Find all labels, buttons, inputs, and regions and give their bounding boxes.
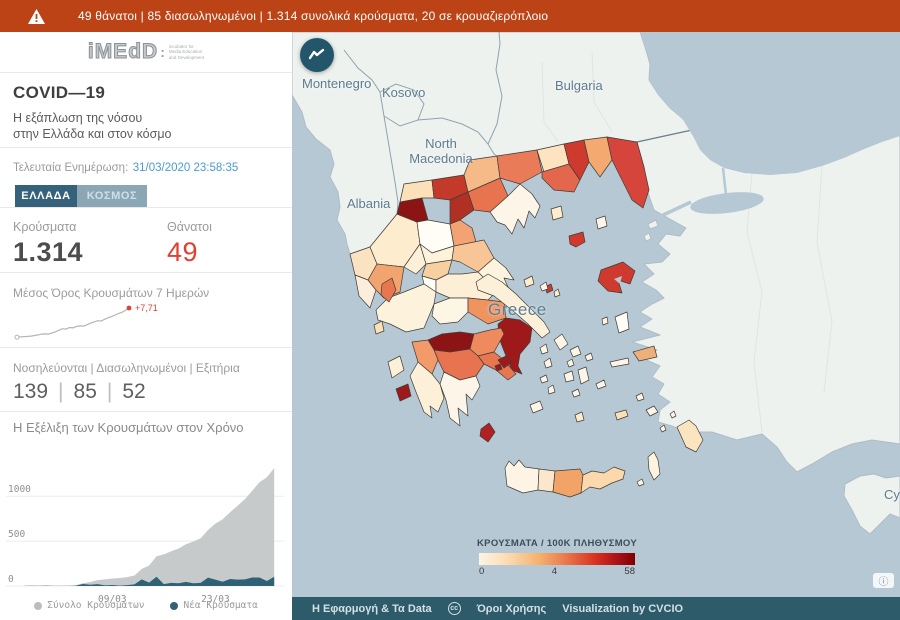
legend-total-cases: Σύνολο Κρουσμάτων	[34, 600, 144, 611]
terms-link[interactable]: Όροι Χρήσης	[477, 603, 547, 615]
label-north-macedonia: North Macedonia	[400, 136, 482, 166]
creative-commons-icon: cc	[448, 602, 461, 615]
region-heraklion[interactable]	[553, 469, 583, 497]
map-footer: Η Εφαρμογή & Τα Data cc Όροι Χρήσης Visu…	[292, 597, 900, 620]
logo-block: iMEdD : incubator for Media Education an…	[0, 32, 292, 73]
covid19-dashboard: 49 θάνατοι | 85 διασωληνωμένοι | 1.314 σ…	[0, 0, 900, 620]
alert-bar: 49 θάνατοι | 85 διασωληνωμένοι | 1.314 σ…	[0, 0, 900, 32]
cases-label: Κρούσματα	[13, 220, 167, 234]
choropleth-legend: ΚΡΟΥΣΜΑΤΑ / 100Κ ΠΛΗΘΥΣΜΟΥ 0 4 58	[457, 538, 657, 577]
avg7-sparkline: +7,71	[13, 300, 183, 344]
svg-text:1000: 1000	[8, 484, 31, 495]
hospital-labels: Νοσηλεύονται | Διασωληνωμένοι | Εξιτήρια	[13, 361, 292, 375]
hospital-values: 139|85|52	[13, 380, 292, 404]
avg7-title: Μέσος Όρος Κρουσμάτων 7 Ημερών	[13, 286, 292, 300]
sidebar: iMEdD : incubator for Media Education an…	[0, 32, 292, 620]
label-bulgaria: Bulgaria	[555, 78, 603, 93]
stats-block: Κρούσματα 1.314 Θάνατοι 49	[0, 208, 292, 273]
label-albania: Albania	[347, 196, 390, 211]
app-data-link[interactable]: Η Εφαρμογή & Τα Data	[312, 603, 432, 615]
map-attribution-button[interactable]: ⓘ	[873, 573, 894, 588]
imedd-logo: iMEdD	[88, 40, 158, 64]
trend-toggle-button[interactable]	[300, 38, 334, 72]
evolution-chart-legend: Σύνολο Κρουσμάτων Νέα Κρούσματα	[0, 600, 292, 611]
title-block: COVID—19 Η εξάπλωση της νόσου στην Ελλάδ…	[0, 73, 292, 148]
deaths-label: Θάνατοι	[167, 220, 212, 234]
total-cases-dot	[34, 602, 42, 610]
legend-new-cases: Νέα Κρούσματα	[170, 600, 257, 611]
update-block: Τελευταία Ενημέρωση: 31/03/2020 23:58:35…	[0, 148, 292, 208]
evolution-chart-block: Η Εξέλιξη των Κρουσμάτων στον Χρόνο 0 500…	[0, 412, 292, 620]
evolution-chart: 0500100009/0323/03	[0, 451, 290, 611]
avg7-block: Μέσος Όρος Κρουσμάτων 7 Ημερών +7,71	[0, 273, 292, 348]
region-rethymno[interactable]	[538, 469, 555, 492]
last-update-value: 31/03/2020 23:58:35	[133, 162, 239, 174]
cases-value: 1.314	[13, 237, 167, 268]
new-cases-dot	[170, 602, 178, 610]
label-greece: Greece	[488, 300, 547, 320]
label-kosovo: Kosovo	[382, 85, 425, 100]
tab-greece[interactable]: ΕΛΛΑΔΑ	[15, 185, 77, 207]
logo-tagline: incubator for Media Education and Develo…	[169, 44, 204, 61]
svg-text:0: 0	[8, 574, 14, 585]
svg-text:+7,71: +7,71	[135, 303, 158, 313]
region-thasos[interactable]	[551, 206, 563, 220]
warning-icon	[28, 9, 45, 24]
choropleth-legend-ticks: 0 4 58	[479, 566, 635, 577]
label-montenegro: Montenegro	[302, 76, 371, 91]
choropleth-legend-title: ΚΡΟΥΣΜΑΤΑ / 100Κ ΠΛΗΘΥΣΜΟΥ	[457, 538, 657, 549]
svg-text:500: 500	[8, 529, 25, 540]
alert-text: 49 θάνατοι | 85 διασωληνωμένοι | 1.314 σ…	[78, 9, 548, 23]
page-title: COVID—19	[13, 83, 292, 103]
tab-world[interactable]: ΚΟΣΜΟΣ	[77, 185, 147, 207]
page-subtitle: Η εξάπλωση της νόσου στην Ελλάδα και στο…	[13, 110, 292, 142]
basemap-svg[interactable]	[292, 32, 900, 597]
trend-line-icon	[308, 48, 326, 62]
hospital-block: Νοσηλεύονται | Διασωληνωμένοι | Εξιτήρια…	[0, 348, 292, 412]
deaths-value: 49	[167, 237, 212, 268]
choropleth-gradient-bar	[479, 553, 635, 565]
country-world-tabs: ΕΛΛΑΔΑ ΚΟΣΜΟΣ	[13, 185, 292, 207]
evolution-chart-title: Η Εξέλιξη των Κρουσμάτων στον Χρόνο	[13, 420, 292, 435]
last-update-label: Τελευταία Ενημέρωση:	[13, 162, 128, 174]
greece-choropleth-map[interactable]: Montenegro Kosovo Bulgaria North Macedon…	[292, 32, 900, 597]
visualization-credit-link[interactable]: Visualization by CVCIO	[562, 603, 683, 615]
label-cyprus: Cyprus	[884, 487, 900, 502]
